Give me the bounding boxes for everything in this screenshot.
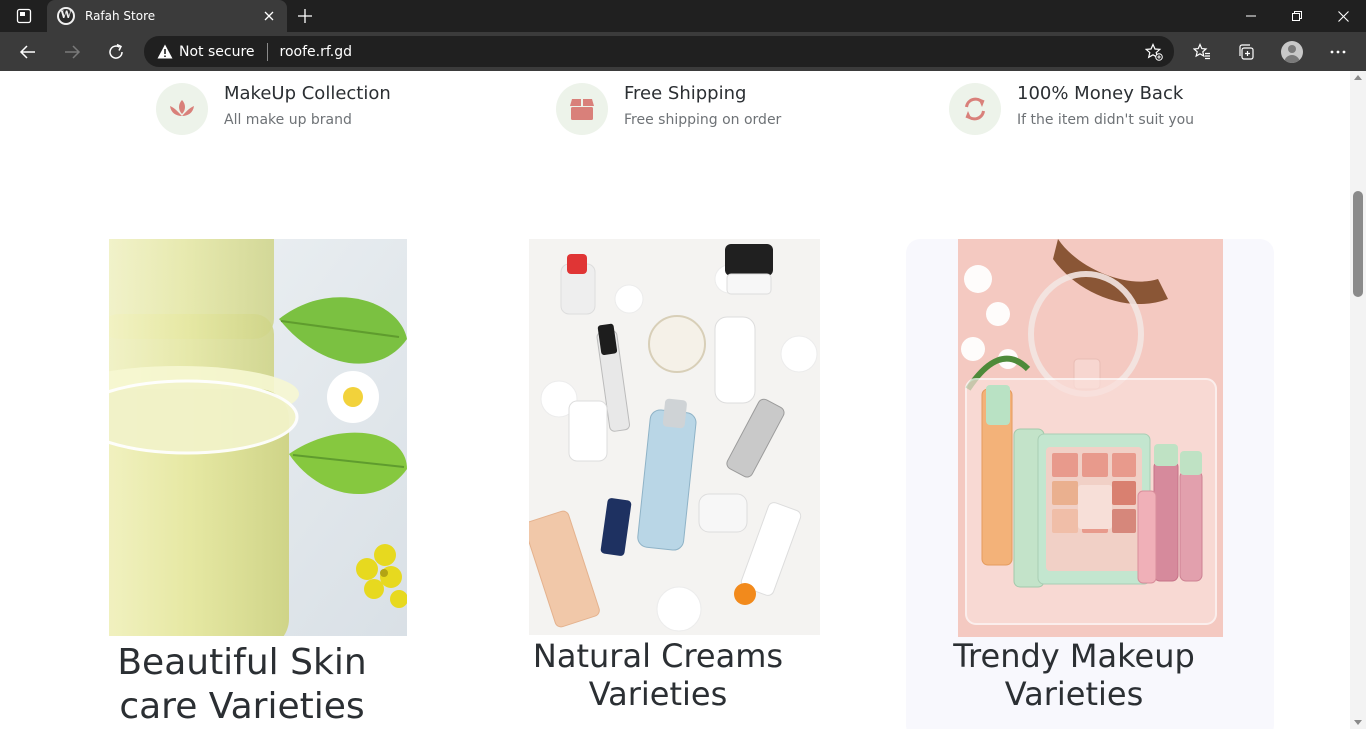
skin-care-image[interactable] — [109, 239, 407, 636]
feature-subtitle: If the item didn't suit you — [1017, 112, 1195, 128]
refresh-icon — [949, 83, 1001, 135]
restore-icon — [1292, 11, 1302, 21]
web-page: MakeUp Collection All make up brand Free… — [0, 71, 1350, 729]
forward-button[interactable] — [56, 36, 88, 68]
natural-creams-image[interactable] — [529, 239, 820, 635]
close-window-button[interactable] — [1320, 0, 1366, 32]
profile-button[interactable] — [1276, 36, 1308, 68]
more-icon — [1330, 50, 1346, 54]
scroll-down-arrow-icon[interactable] — [1354, 720, 1362, 725]
avatar — [1281, 41, 1303, 63]
security-label[interactable]: Not secure — [179, 44, 255, 60]
address-bar[interactable]: Not secure roofe.rf.gd — [144, 36, 1174, 67]
wordpress-icon: W — [57, 7, 75, 25]
new-tab-button[interactable] — [291, 3, 319, 29]
feature-makeup-collection: MakeUp Collection All make up brand — [156, 83, 391, 135]
trendy-makeup-image[interactable] — [958, 239, 1223, 637]
product-title-line: Varieties — [1004, 675, 1144, 713]
product-title-line: Natural Creams — [532, 637, 784, 675]
collections-button[interactable] — [1230, 36, 1262, 68]
browser-titlebar: W Rafah Store — [0, 0, 1366, 32]
product-title[interactable]: Trendy Makeup Varieties — [941, 637, 1207, 713]
close-window-icon — [1337, 10, 1349, 22]
back-arrow-icon — [19, 45, 35, 59]
url-text[interactable]: roofe.rf.gd — [280, 44, 352, 60]
scroll-up-arrow-icon[interactable] — [1354, 75, 1362, 80]
favorites-icon — [1193, 43, 1210, 60]
lotus-icon — [156, 83, 208, 135]
close-icon — [264, 11, 274, 21]
feature-money-back: 100% Money Back If the item didn't suit … — [949, 83, 1194, 135]
back-button[interactable] — [12, 36, 44, 68]
product-title-line: Beautiful Skin — [117, 642, 367, 683]
minimize-button[interactable] — [1228, 0, 1274, 32]
product-title[interactable]: Beautiful Skin care Varieties — [109, 641, 375, 729]
product-title-line: Varieties — [588, 675, 728, 713]
plus-icon — [298, 9, 312, 23]
forward-arrow-icon — [65, 45, 81, 59]
feature-free-shipping: Free Shipping Free shipping on order — [556, 83, 781, 135]
box-icon — [556, 83, 608, 135]
star-add-icon — [1145, 43, 1163, 61]
product-title[interactable]: Natural Creams Varieties — [520, 637, 796, 713]
tab-title: Rafah Store — [85, 9, 156, 23]
tab-actions-button[interactable] — [0, 0, 48, 32]
minimize-icon — [1246, 15, 1256, 17]
settings-menu-button[interactable] — [1322, 36, 1354, 68]
page-scrollbar[interactable] — [1350, 71, 1366, 729]
refresh-button[interactable] — [100, 36, 132, 68]
collections-icon — [1239, 44, 1254, 60]
tab-actions-icon — [16, 8, 32, 24]
product-title-line: care Varieties — [119, 686, 365, 727]
reload-icon — [109, 43, 123, 59]
restore-button[interactable] — [1274, 0, 1320, 32]
address-divider — [266, 42, 268, 61]
browser-tab[interactable]: W Rafah Store — [47, 0, 287, 32]
feature-subtitle: Free shipping on order — [624, 112, 782, 128]
warning-icon[interactable] — [156, 43, 174, 61]
feature-title: MakeUp Collection — [224, 83, 391, 104]
product-title-line: Trendy Makeup — [953, 637, 1195, 675]
browser-toolbar: Not secure roofe.rf.gd — [0, 32, 1366, 71]
scrollbar-thumb[interactable] — [1353, 191, 1363, 297]
add-favorite-button[interactable] — [1142, 40, 1166, 64]
feature-subtitle: All make up brand — [224, 112, 352, 128]
feature-title: 100% Money Back — [1017, 83, 1184, 104]
tab-close-button[interactable] — [257, 4, 281, 28]
favorites-button[interactable] — [1186, 36, 1218, 68]
feature-title: Free Shipping — [624, 83, 747, 104]
